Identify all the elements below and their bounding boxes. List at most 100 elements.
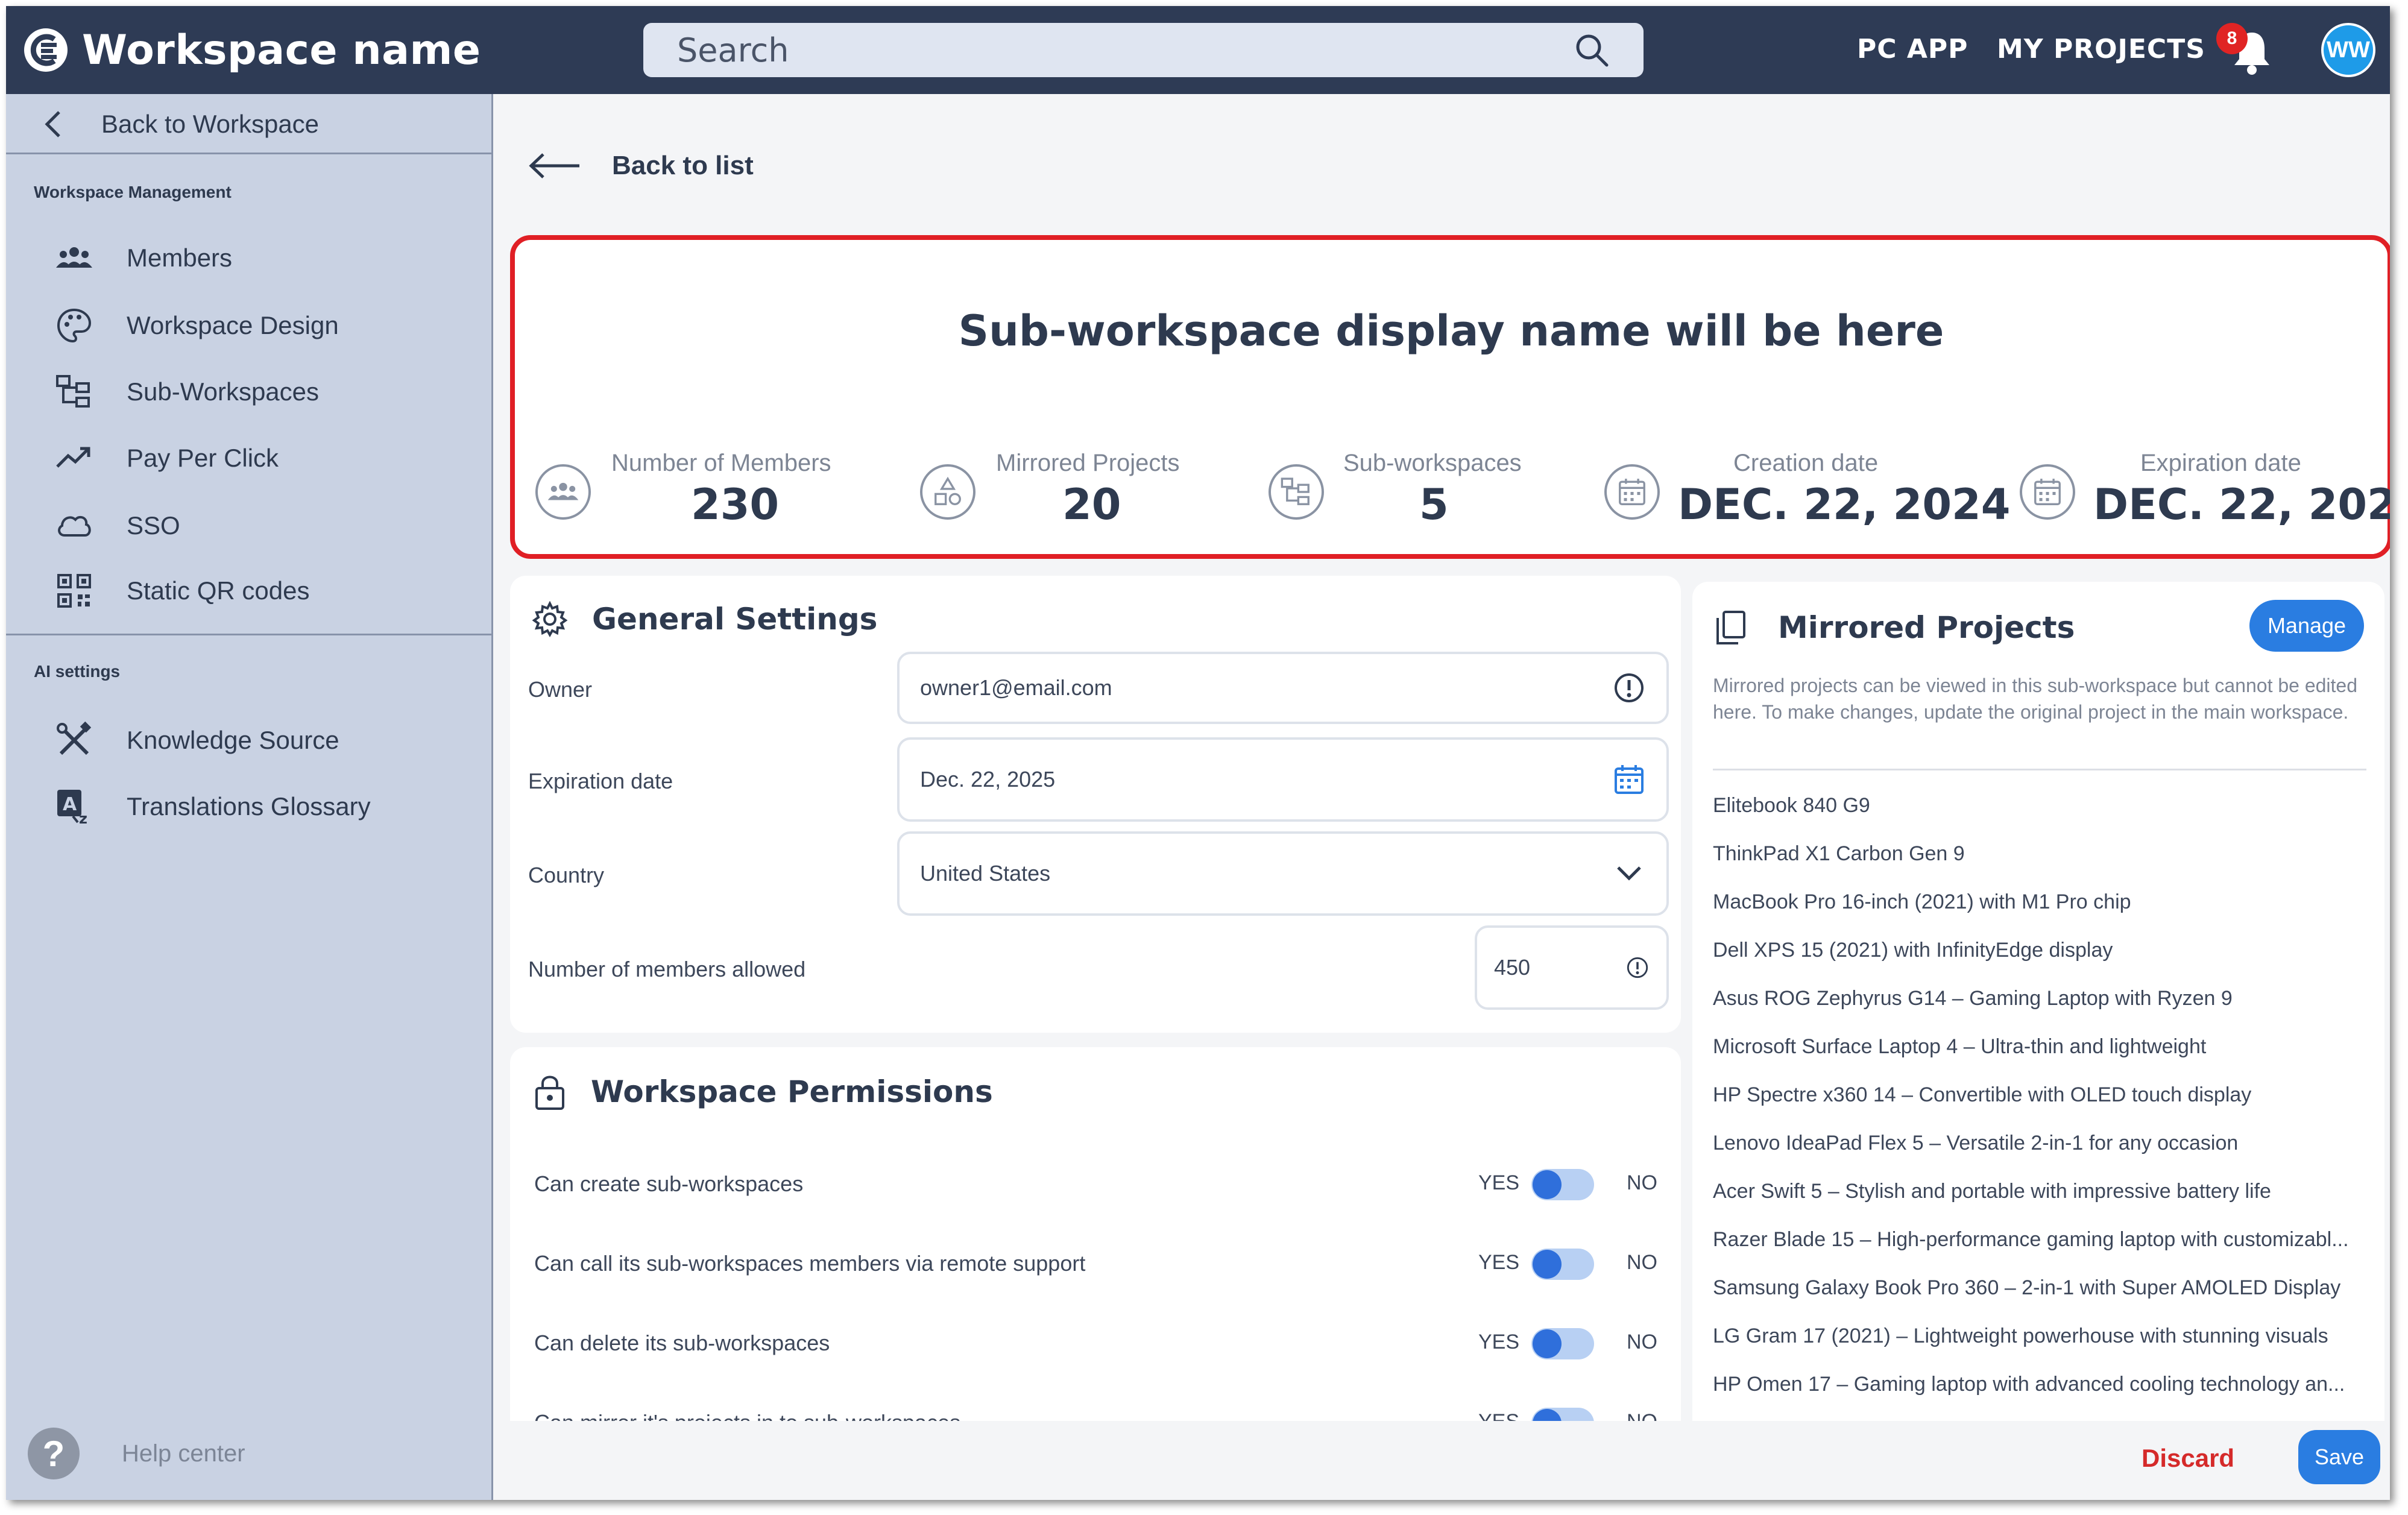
owner-label: Owner — [528, 677, 593, 702]
permission-row: Can mirror it's projects in to sub-works… — [534, 1399, 1657, 1421]
sidebar-item-label: SSO — [127, 511, 180, 540]
expiration-date-field[interactable]: Dec. 22, 2025 — [897, 737, 1669, 822]
discard-button[interactable]: Discard — [2142, 1444, 2234, 1473]
my-projects-link[interactable]: MY PROJECTS — [1997, 34, 2205, 65]
search-bar[interactable]: Search — [643, 23, 1644, 77]
stat-sub-workspaces: Sub-workspaces 5 — [1269, 450, 1534, 534]
owner-value[interactable]: owner1@email.com — [920, 675, 1612, 701]
mirrored-project-item[interactable]: HP Omen 17 – Gaming laptop with advanced… — [1713, 1373, 2364, 1396]
mirrored-project-item[interactable]: ThinkPad X1 Carbon Gen 9 — [1713, 842, 2364, 866]
sidebar-divider — [6, 634, 491, 635]
general-settings-header: General Settings — [532, 601, 877, 637]
mirrored-project-item[interactable]: Lenovo IdeaPad Flex 5 – Versatile 2-in-1… — [1713, 1132, 2364, 1155]
user-avatar[interactable]: WW — [2321, 23, 2375, 77]
mirrored-project-item[interactable]: Elitebook 840 G9 — [1713, 794, 2364, 817]
stat-creation-date: Creation date DEC. 22, 2024 — [1604, 450, 2010, 534]
chevron-down-icon[interactable] — [1612, 857, 1646, 890]
mirrored-projects-card: Mirrored Projects Manage Mirrored projec… — [1692, 582, 2384, 1421]
stat-mirrored-projects: Mirrored Projects 20 — [920, 450, 1209, 534]
sidebar-item-pay-per-click[interactable]: Pay Per Click — [6, 428, 491, 488]
notification-badge: 8 — [2216, 23, 2248, 54]
permission-row: Can call its sub-workspaces members via … — [534, 1240, 1657, 1288]
search-icon[interactable] — [1574, 32, 1610, 68]
sub-workspaces-icon — [53, 371, 95, 413]
mirrored-project-item[interactable]: Asus ROG Zephyrus G14 – Gaming Laptop wi… — [1713, 987, 2364, 1010]
mirrored-project-item[interactable]: Microsoft Surface Laptop 4 – Ultra-thin … — [1713, 1035, 2364, 1059]
mirrored-project-item[interactable]: Samsung Galaxy Book Pro 360 – 2-in-1 wit… — [1713, 1276, 2364, 1300]
expiration-date-label: Expiration date — [528, 769, 673, 793]
general-settings-title: General Settings — [592, 602, 878, 637]
mirrored-project-item[interactable]: MacBook Pro 16-inch (2021) with M1 Pro c… — [1713, 890, 2364, 914]
permission-label: Can delete its sub-workspaces — [534, 1331, 830, 1355]
mirrored-project-item[interactable]: Acer Swift 5 – Stylish and portable with… — [1713, 1180, 2364, 1203]
toggle-knob — [1533, 1170, 1562, 1199]
sidebar-item-workspace-design[interactable]: Workspace Design — [6, 295, 491, 356]
pc-app-link[interactable]: PC APP — [1857, 34, 1968, 65]
permissions-header: Workspace Permissions — [533, 1072, 993, 1111]
permission-toggle[interactable] — [1531, 1169, 1594, 1200]
sub-workspace-summary-card: Sub-workspace display name will be here … — [510, 235, 2390, 559]
qr-code-icon — [53, 570, 95, 612]
no-label: NO — [1627, 1171, 1657, 1194]
back-to-workspace[interactable]: Back to Workspace — [6, 94, 493, 154]
workspace-logo-icon — [24, 28, 68, 72]
country-select[interactable]: United States — [897, 831, 1669, 916]
sidebar-item-label: Knowledge Source — [127, 726, 339, 754]
mirrored-project-item[interactable]: Dell XPS 15 (2021) with InfinityEdge dis… — [1713, 939, 2364, 962]
back-to-list[interactable]: Back to list — [528, 151, 754, 181]
members-allowed-field[interactable]: 450 — [1475, 925, 1669, 1010]
country-label: Country — [528, 863, 605, 887]
sub-workspace-title: Sub-workspace display name will be here — [958, 306, 1944, 356]
stat-value: DEC. 22, 2024 — [1678, 480, 2011, 529]
info-icon[interactable] — [1625, 956, 1650, 980]
tools-icon — [53, 719, 95, 761]
permission-toggle[interactable] — [1531, 1249, 1594, 1280]
owner-field[interactable]: owner1@email.com — [897, 652, 1669, 724]
calendar-icon[interactable] — [1612, 763, 1646, 796]
permission-toggle[interactable] — [1531, 1328, 1594, 1359]
stat-expiration-date: Expiration date DEC. 22, 2025 — [2020, 450, 2390, 534]
toggle-knob — [1533, 1329, 1562, 1358]
toggle-knob — [1533, 1250, 1562, 1279]
sidebar-item-knowledge-source[interactable]: Knowledge Source — [6, 710, 491, 770]
mirrored-project-item[interactable]: Razer Blade 15 – High-performance gaming… — [1713, 1228, 2364, 1252]
save-button[interactable]: Save — [2298, 1430, 2380, 1484]
sidebar-item-label: Members — [127, 244, 233, 272]
mirrored-header: Mirrored Projects — [1713, 609, 2075, 646]
sidebar-item-label: Sub-Workspaces — [127, 377, 320, 406]
mirrored-project-item[interactable]: LG Gram 17 (2021) – Lightweight powerhou… — [1713, 1324, 2364, 1348]
members-allowed-value[interactable]: 450 — [1494, 955, 1625, 980]
mirrored-project-item[interactable]: HP Spectre x360 14 – Convertible with OL… — [1713, 1083, 2364, 1107]
permission-row: Can create sub-workspaces YES NO — [534, 1161, 1657, 1209]
translate-icon: Az — [53, 786, 95, 828]
sidebar-item-label: Pay Per Click — [127, 444, 279, 472]
sidebar-item-sso[interactable]: SSO — [6, 496, 491, 556]
stat-value: 5 — [1419, 480, 1449, 529]
svg-text:A: A — [63, 794, 77, 815]
sidebar-item-label: Static QR codes — [127, 576, 310, 605]
info-icon[interactable] — [1612, 671, 1646, 705]
help-icon: ? — [28, 1428, 80, 1479]
sidebar-item-label: Translations Glossary — [127, 792, 371, 820]
expiration-date-value[interactable]: Dec. 22, 2025 — [920, 767, 1612, 792]
permission-toggle[interactable] — [1531, 1408, 1594, 1421]
manage-button[interactable]: Manage — [2249, 600, 2364, 652]
stat-value: 20 — [1062, 480, 1121, 529]
search-placeholder[interactable]: Search — [677, 31, 1574, 69]
sidebar-item-translations-glossary[interactable]: Az Translations Glossary — [6, 776, 491, 837]
sidebar-item-members[interactable]: Members — [6, 228, 491, 288]
sidebar-item-static-qr-codes[interactable]: Static QR codes — [6, 561, 491, 621]
stat-value: 230 — [691, 480, 780, 529]
yes-label: YES — [1478, 1251, 1520, 1274]
stat-label: Expiration date — [2140, 450, 2301, 476]
no-label: NO — [1627, 1251, 1657, 1274]
brand[interactable]: Workspace name — [23, 24, 481, 76]
sidebar-item-sub-workspaces[interactable]: Sub-Workspaces — [6, 362, 491, 422]
palette-icon — [53, 304, 95, 347]
country-value[interactable]: United States — [920, 861, 1612, 886]
no-label: NO — [1627, 1331, 1657, 1353]
stat-label: Number of Members — [611, 450, 831, 476]
help-center[interactable]: ? Help center — [28, 1428, 245, 1479]
members-allowed-label: Number of members allowed — [528, 957, 806, 981]
sidebar-item-label: Workspace Design — [127, 311, 339, 339]
